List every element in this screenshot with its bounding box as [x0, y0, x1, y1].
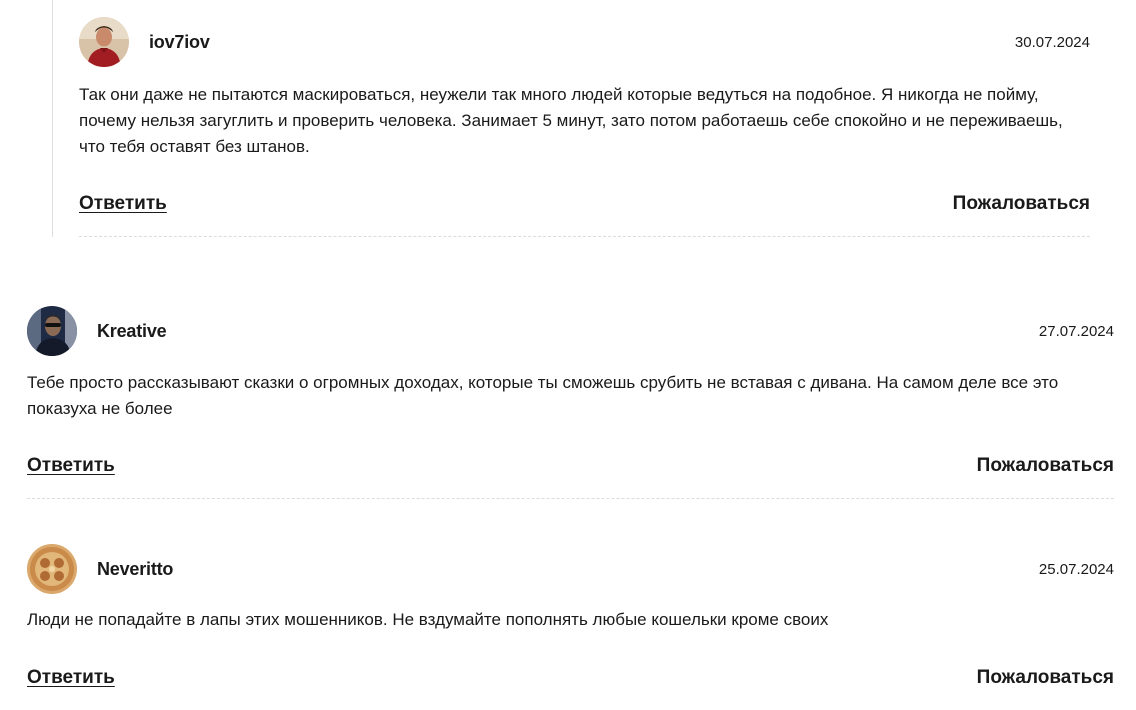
comment: Kreative 27.07.2024 Тебе просто рассказы…: [27, 305, 1114, 499]
complain-button[interactable]: Пожаловаться: [977, 455, 1114, 477]
comment-username: Neveritto: [97, 559, 174, 579]
comment-header: Kreative 27.07.2024: [27, 306, 1114, 358]
reply-button[interactable]: Ответить: [79, 193, 167, 215]
user-avatar[interactable]: [79, 17, 129, 67]
comment-username: iov7iov: [149, 32, 210, 52]
comment-actions: Ответить Пожаловаться: [27, 667, 1114, 693]
user-avatar[interactable]: [27, 306, 77, 356]
user-avatar[interactable]: [27, 544, 77, 594]
comment-text: Люди не попадайте в лапы этих мошенников…: [27, 610, 829, 629]
comment-header: iov7iov 30.07.2024: [79, 17, 1090, 69]
comment-date: 30.07.2024: [1014, 34, 1090, 51]
complain-button[interactable]: Пожаловаться: [953, 193, 1090, 215]
comment-header: Neveritto 25.07.2024: [27, 544, 1114, 596]
reply-button[interactable]: Ответить: [27, 667, 115, 689]
comment-actions: Ответить Пожаловаться: [79, 193, 1090, 219]
comment-date: 27.07.2024: [1038, 323, 1114, 340]
comment: Neveritto 25.07.2024 Люди не попадайте в…: [27, 543, 1114, 710]
complain-button[interactable]: Пожаловаться: [977, 667, 1114, 689]
comment-date: 25.07.2024: [1038, 561, 1114, 578]
comment-divider: [27, 498, 1114, 499]
comment-text: Так они даже не пытаются маскироваться, …: [79, 85, 1063, 156]
comment-divider: [79, 236, 1090, 237]
reply-button[interactable]: Ответить: [27, 455, 115, 477]
comment-actions: Ответить Пожаловаться: [27, 455, 1114, 481]
comment-text: Тебе просто рассказывают сказки о огромн…: [27, 373, 1059, 418]
comment-reply: iov7iov 30.07.2024 Так они даже не пытаю…: [52, 0, 1090, 237]
comment-username: Kreative: [97, 321, 167, 341]
